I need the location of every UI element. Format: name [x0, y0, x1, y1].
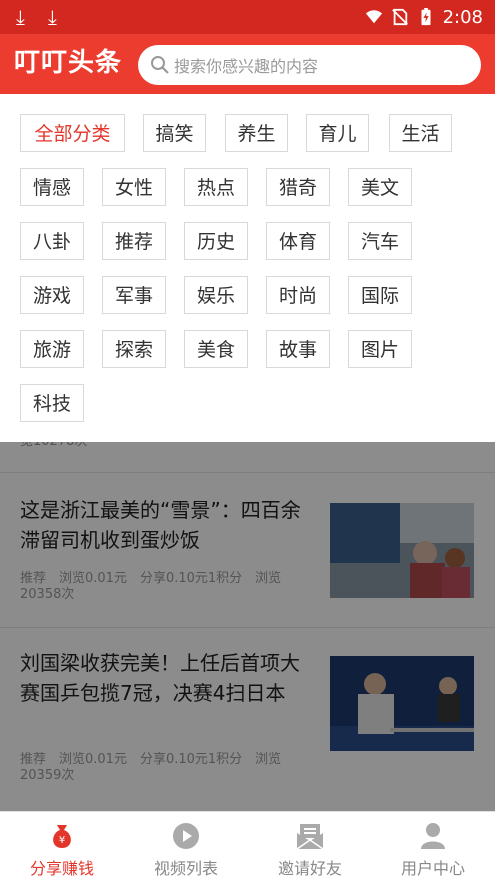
tab-label: 视频列表 — [153, 859, 218, 878]
category-chip[interactable]: 图片 — [348, 330, 412, 368]
category-chip[interactable]: 八卦 — [20, 222, 84, 260]
tab-invite-friends[interactable]: 邀请好友 — [248, 812, 372, 882]
category-panel: 全部分类 搞笑 养生 育儿 生活情感 女性 热点 猎奇 美文八卦 推荐 历史 体育 汽车游戏 军事 娱乐 时尚… — [0, 94, 495, 442]
clock: 2:08 — [442, 6, 483, 28]
app-title: 叮叮头条 — [14, 48, 123, 78]
svg-text:¥: ¥ — [59, 835, 65, 846]
category-chip[interactable]: 国际 — [348, 276, 412, 314]
category-chip[interactable]: 汽车 — [348, 222, 412, 260]
category-chip[interactable]: 养生 — [225, 114, 288, 152]
category-chip[interactable]: 热点 — [184, 168, 248, 206]
category-chip[interactable]: 科技 — [20, 384, 84, 422]
category-chip[interactable]: 娱乐 — [184, 276, 248, 314]
tab-video-list[interactable]: 视频列表 — [124, 812, 248, 882]
search-input[interactable]: 搜索你感兴趣的内容 — [138, 45, 481, 85]
category-chip[interactable]: 美食 — [184, 330, 248, 368]
category-chip[interactable]: 育儿 — [306, 114, 369, 152]
tab-label: 用户中心 — [400, 859, 465, 878]
play-icon — [173, 823, 199, 849]
search-placeholder: 搜索你感兴趣的内容 — [174, 57, 319, 76]
category-chip[interactable]: 美文 — [348, 168, 412, 206]
download-icon: ⤓ — [16, 5, 25, 29]
category-chip[interactable]: 猎奇 — [266, 168, 330, 206]
category-chip[interactable]: 游戏 — [20, 276, 84, 314]
category-chip[interactable]: 推荐 — [102, 222, 166, 260]
category-chip[interactable]: 旅游 — [20, 330, 84, 368]
category-chip[interactable]: 时尚 — [266, 276, 330, 314]
category-chip[interactable]: 故事 — [266, 330, 330, 368]
category-chip[interactable]: 军事 — [102, 276, 166, 314]
mail-icon — [296, 824, 324, 850]
category-chip[interactable]: 体育 — [266, 222, 330, 260]
search-icon — [151, 56, 169, 74]
header-bar: 叮叮头条 搜索你感兴趣的内容 — [0, 34, 495, 94]
tab-label: 分享赚钱 — [29, 859, 94, 878]
download-icon: ⤓ — [48, 5, 57, 29]
category-chip[interactable]: 全部分类 — [20, 114, 125, 152]
wifi-icon — [365, 10, 382, 24]
category-chip[interactable]: 探索 — [102, 330, 166, 368]
money-bag-icon: ¥ — [53, 825, 71, 848]
category-chip[interactable]: 生活 — [389, 114, 452, 152]
user-icon — [421, 823, 445, 849]
bottom-nav: ¥ 分享赚钱 视频列表 邀请好友 用户中心 — [0, 811, 495, 882]
category-chip[interactable]: 女性 — [102, 168, 166, 206]
category-chip[interactable]: 搞笑 — [143, 114, 206, 152]
category-chip[interactable]: 情感 — [20, 168, 84, 206]
battery-icon — [421, 8, 431, 26]
no-sim-icon — [391, 8, 408, 26]
tab-share-earn[interactable]: ¥ 分享赚钱 — [0, 812, 124, 882]
tab-user-center[interactable]: 用户中心 — [371, 812, 495, 882]
category-chip[interactable]: 历史 — [184, 222, 248, 260]
tab-label: 邀请好友 — [277, 859, 342, 878]
status-bar: ⤓ ⤓ 2:08 — [0, 0, 495, 34]
